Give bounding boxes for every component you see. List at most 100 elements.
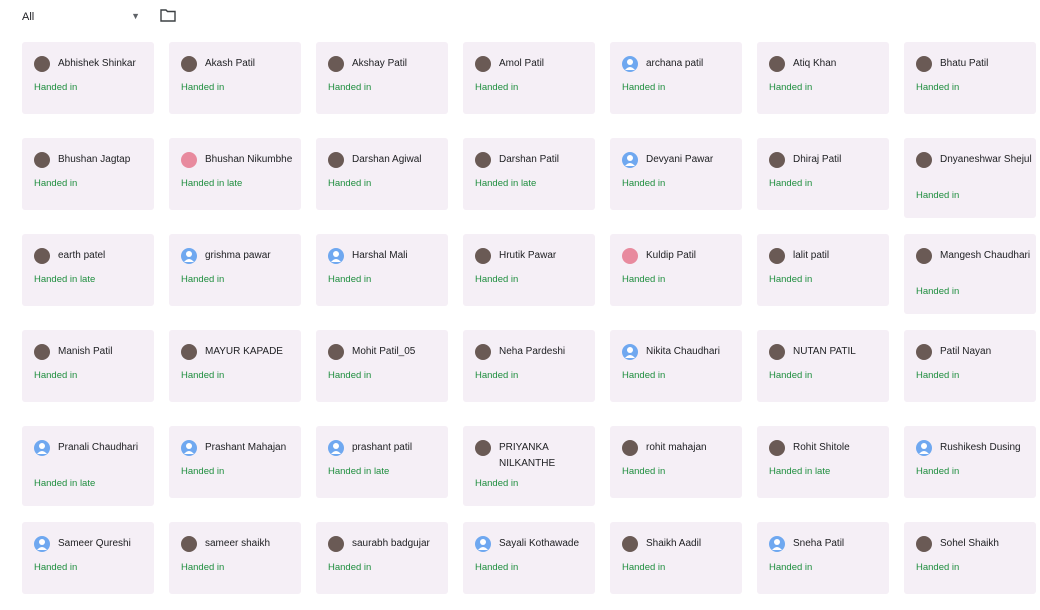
profile-photo-avatar	[622, 536, 638, 552]
profile-photo-avatar	[34, 56, 50, 72]
chevron-down-icon: ▼	[131, 11, 140, 21]
student-name: Harshal Mali	[352, 250, 408, 261]
student-name: PRIYANKA NILKANTHE	[499, 442, 556, 469]
student-name: Akash Patil	[205, 58, 256, 69]
submission-status: Handed in	[475, 274, 519, 285]
student-name: Sayali Kothawade	[499, 538, 580, 549]
student-card[interactable]: PRIYANKA NILKANTHE Handed in	[463, 426, 595, 506]
filter-selected-value: All	[22, 11, 35, 23]
student-name: rohit mahajan	[646, 442, 707, 453]
student-card[interactable]: MAYUR KAPADE Handed in	[169, 330, 301, 402]
student-card[interactable]: Darshan Patil Handed in late	[463, 138, 595, 210]
student-card[interactable]: saurabh badgujar Handed in	[316, 522, 448, 594]
student-card[interactable]: grishma pawar Handed in	[169, 234, 301, 306]
student-card[interactable]: Dhiraj Patil Handed in	[757, 138, 889, 210]
student-card[interactable]: archana patil Handed in	[610, 42, 742, 114]
status-filter-dropdown[interactable]: All ▼	[22, 6, 140, 28]
submission-status: Handed in	[475, 370, 519, 381]
profile-photo-avatar	[769, 56, 785, 72]
student-name: Rohit Shitole	[793, 442, 850, 453]
toolbar: All ▼	[0, 0, 1040, 34]
student-card[interactable]: Bhushan Nikumbhe Handed in late	[169, 138, 301, 210]
submission-status: Handed in	[769, 178, 813, 189]
submission-status: Handed in	[622, 562, 666, 573]
student-name: lalit patil	[793, 250, 830, 261]
default-avatar-icon	[181, 248, 197, 264]
student-card[interactable]: sameer shaikh Handed in	[169, 522, 301, 594]
student-card[interactable]: rohit mahajan Handed in	[610, 426, 742, 498]
student-card[interactable]: Prashant Mahajan Handed in	[169, 426, 301, 498]
profile-photo-avatar	[769, 248, 785, 264]
student-name: Dnyaneshwar Shejul	[940, 154, 1032, 165]
student-card[interactable]: Patil Nayan Handed in	[904, 330, 1036, 402]
student-card[interactable]: Akash Patil Handed in	[169, 42, 301, 114]
student-card[interactable]: Akshay Patil Handed in	[316, 42, 448, 114]
student-name: Devyani Pawar	[646, 154, 714, 165]
profile-photo-avatar	[328, 344, 344, 360]
default-avatar-icon	[328, 248, 344, 264]
student-card[interactable]: Kuldip Patil Handed in	[610, 234, 742, 306]
submission-status: Handed in late	[475, 178, 537, 189]
student-card[interactable]: Rohit Shitole Handed in late	[757, 426, 889, 498]
student-card[interactable]: Rushikesh Dusing Handed in	[904, 426, 1036, 498]
student-card[interactable]: Hrutik Pawar Handed in	[463, 234, 595, 306]
default-avatar-icon	[769, 536, 785, 552]
student-card[interactable]: Neha Pardeshi Handed in	[463, 330, 595, 402]
student-name: Atiq Khan	[793, 58, 837, 69]
student-card[interactable]: Mohit Patil_05 Handed in	[316, 330, 448, 402]
default-avatar-icon	[34, 440, 50, 456]
student-card[interactable]: Harshal Mali Handed in	[316, 234, 448, 306]
student-card[interactable]: Nikita Chaudhari Handed in	[610, 330, 742, 402]
profile-photo-avatar	[328, 536, 344, 552]
student-card[interactable]: Atiq Khan Handed in	[757, 42, 889, 114]
profile-photo-avatar	[916, 56, 932, 72]
profile-photo-avatar	[328, 152, 344, 168]
submission-status: Handed in	[769, 562, 813, 573]
student-card[interactable]: Bhatu Patil Handed in	[904, 42, 1036, 114]
student-card[interactable]: Manish Patil Handed in	[22, 330, 154, 402]
profile-photo-avatar	[475, 440, 491, 456]
student-card[interactable]: Sneha Patil Handed in	[757, 522, 889, 594]
default-avatar-icon	[622, 344, 638, 360]
folder-icon[interactable]	[160, 8, 176, 22]
student-card[interactable]: Amol Patil Handed in	[463, 42, 595, 114]
default-avatar-icon	[475, 536, 491, 552]
student-name: Shaikh Aadil	[646, 538, 702, 549]
student-card[interactable]: Dnyaneshwar Shejul Handed in	[904, 138, 1036, 218]
student-card[interactable]: Bhushan Jagtap Handed in	[22, 138, 154, 210]
student-card[interactable]: lalit patil Handed in	[757, 234, 889, 306]
default-avatar-icon	[181, 440, 197, 456]
student-card[interactable]: Mangesh Chaudhari Handed in	[904, 234, 1036, 314]
student-name: Sohel Shaikh	[940, 538, 999, 549]
student-card[interactable]: prashant patil Handed in late	[316, 426, 448, 498]
submission-status: Handed in	[622, 466, 666, 477]
profile-photo-avatar	[34, 248, 50, 264]
student-card[interactable]: Sameer Qureshi Handed in	[22, 522, 154, 594]
submission-status: Handed in	[34, 370, 78, 381]
submission-status: Handed in	[475, 82, 519, 93]
student-card[interactable]: Pranali Chaudhari Handed in late	[22, 426, 154, 506]
default-avatar-icon	[916, 440, 932, 456]
profile-photo-avatar	[769, 152, 785, 168]
profile-photo-avatar	[475, 344, 491, 360]
student-name: Neha Pardeshi	[499, 346, 566, 357]
student-name: grishma pawar	[205, 250, 271, 261]
student-card[interactable]: Sohel Shaikh Handed in	[904, 522, 1036, 594]
student-card[interactable]: Darshan Agiwal Handed in	[316, 138, 448, 210]
submission-status: Handed in	[475, 478, 519, 489]
profile-photo-avatar	[622, 440, 638, 456]
submission-status: Handed in	[328, 274, 372, 285]
profile-photo-avatar	[475, 56, 491, 72]
student-name: Amol Patil	[499, 58, 545, 69]
student-card[interactable]: Devyani Pawar Handed in	[610, 138, 742, 210]
student-name: Pranali Chaudhari	[58, 442, 139, 453]
student-name: Mangesh Chaudhari	[940, 250, 1031, 261]
student-card[interactable]: NUTAN PATIL Handed in	[757, 330, 889, 402]
student-name: Patil Nayan	[940, 346, 992, 357]
student-card[interactable]: Sayali Kothawade Handed in	[463, 522, 595, 594]
student-card[interactable]: Abhishek Shinkar Handed in	[22, 42, 154, 114]
submission-status: Handed in	[916, 190, 960, 201]
student-card[interactable]: Shaikh Aadil Handed in	[610, 522, 742, 594]
student-card[interactable]: earth patel Handed in late	[22, 234, 154, 306]
submission-status: Handed in	[916, 466, 960, 477]
